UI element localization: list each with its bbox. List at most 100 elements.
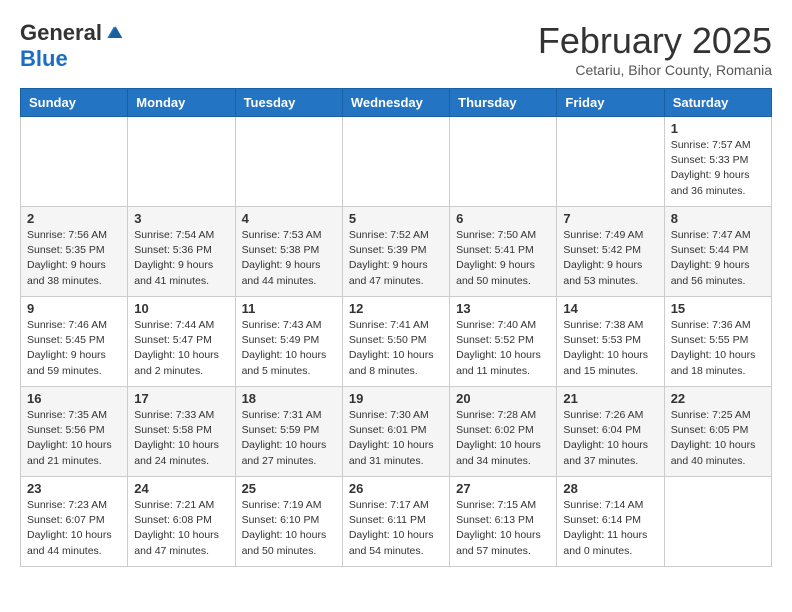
calendar-week-row: 23Sunrise: 7:23 AM Sunset: 6:07 PM Dayli… [21,477,772,567]
day-info: Sunrise: 7:56 AM Sunset: 5:35 PM Dayligh… [27,228,121,289]
day-number: 3 [134,211,228,226]
calendar-cell: 18 Sunrise: 7:31 AM Sunset: 5:59 PM Dayli… [235,387,342,477]
calendar-cell: 28 Sunrise: 7:14 AM Sunset: 6:14 PM Dayli… [557,477,664,567]
day-info: Sunrise: 7:30 AM Sunset: 6:01 PM Dayligh… [349,408,443,469]
calendar-week-row: 16Sunrise: 7:35 AM Sunset: 5:56 PM Dayli… [21,387,772,477]
calendar-cell: 26 Sunrise: 7:17 AM Sunset: 6:11 PM Dayli… [342,477,449,567]
calendar-cell [128,117,235,207]
calendar-week-row: 2 Sunrise: 7:56 AM Sunset: 5:35 PM Daylig… [21,207,772,297]
day-number: 25 [242,481,336,496]
page-header: General Blue February 2025 Cetariu, Biho… [20,20,772,78]
day-info: Sunrise: 7:40 AM Sunset: 5:52 PM Dayligh… [456,318,550,379]
day-info: Sunrise: 7:28 AM Sunset: 6:02 PM Dayligh… [456,408,550,469]
calendar-cell: 1Sunrise: 7:57 AM Sunset: 5:33 PM Daylig… [664,117,771,207]
calendar-cell: 9 Sunrise: 7:46 AM Sunset: 5:45 PM Daylig… [21,297,128,387]
title-section: February 2025 Cetariu, Bihor County, Rom… [538,20,772,78]
calendar-cell: 10Sunrise: 7:44 AM Sunset: 5:47 PM Dayli… [128,297,235,387]
calendar-cell: 7 Sunrise: 7:49 AM Sunset: 5:42 PM Daylig… [557,207,664,297]
day-number: 8 [671,211,765,226]
day-info: Sunrise: 7:35 AM Sunset: 5:56 PM Dayligh… [27,408,121,469]
calendar-cell: 16Sunrise: 7:35 AM Sunset: 5:56 PM Dayli… [21,387,128,477]
day-number: 24 [134,481,228,496]
calendar-cell: 5Sunrise: 7:52 AM Sunset: 5:39 PM Daylig… [342,207,449,297]
calendar-cell: 15 Sunrise: 7:36 AM Sunset: 5:55 PM Dayli… [664,297,771,387]
logo: General Blue [20,20,124,72]
calendar-cell: 4 Sunrise: 7:53 AM Sunset: 5:38 PM Daylig… [235,207,342,297]
day-number: 21 [563,391,657,406]
calendar-cell: 6 Sunrise: 7:50 AM Sunset: 5:41 PM Daylig… [450,207,557,297]
day-info: Sunrise: 7:49 AM Sunset: 5:42 PM Dayligh… [563,228,657,289]
day-info: Sunrise: 7:17 AM Sunset: 6:11 PM Dayligh… [349,498,443,559]
logo-general-text: General [20,20,102,46]
calendar-cell: 21Sunrise: 7:26 AM Sunset: 6:04 PM Dayli… [557,387,664,477]
day-number: 11 [242,301,336,316]
day-number: 26 [349,481,443,496]
calendar-cell [235,117,342,207]
day-number: 2 [27,211,121,226]
calendar-table: SundayMondayTuesdayWednesdayThursdayFrid… [20,88,772,567]
day-number: 6 [456,211,550,226]
calendar-cell [450,117,557,207]
day-info: Sunrise: 7:43 AM Sunset: 5:49 PM Dayligh… [242,318,336,379]
calendar-cell: 27 Sunrise: 7:15 AM Sunset: 6:13 PM Dayli… [450,477,557,567]
calendar-header-thursday: Thursday [450,89,557,117]
day-number: 1 [671,121,765,136]
logo-blue-text: Blue [20,46,68,72]
calendar-cell [557,117,664,207]
calendar-cell: 12Sunrise: 7:41 AM Sunset: 5:50 PM Dayli… [342,297,449,387]
calendar-cell: 23Sunrise: 7:23 AM Sunset: 6:07 PM Dayli… [21,477,128,567]
calendar-header-friday: Friday [557,89,664,117]
day-number: 4 [242,211,336,226]
day-number: 27 [456,481,550,496]
day-info: Sunrise: 7:50 AM Sunset: 5:41 PM Dayligh… [456,228,550,289]
day-number: 14 [563,301,657,316]
day-number: 15 [671,301,765,316]
day-number: 9 [27,301,121,316]
day-info: Sunrise: 7:14 AM Sunset: 6:14 PM Dayligh… [563,498,657,559]
month-title: February 2025 [538,20,772,62]
calendar-cell: 19Sunrise: 7:30 AM Sunset: 6:01 PM Dayli… [342,387,449,477]
calendar-cell [342,117,449,207]
day-number: 28 [563,481,657,496]
day-number: 22 [671,391,765,406]
calendar-header-saturday: Saturday [664,89,771,117]
calendar-week-row: 1Sunrise: 7:57 AM Sunset: 5:33 PM Daylig… [21,117,772,207]
calendar-cell: 13 Sunrise: 7:40 AM Sunset: 5:52 PM Dayli… [450,297,557,387]
calendar-cell: 22 Sunrise: 7:25 AM Sunset: 6:05 PM Dayli… [664,387,771,477]
day-info: Sunrise: 7:15 AM Sunset: 6:13 PM Dayligh… [456,498,550,559]
day-info: Sunrise: 7:31 AM Sunset: 5:59 PM Dayligh… [242,408,336,469]
calendar-cell: 14 Sunrise: 7:38 AM Sunset: 5:53 PM Dayli… [557,297,664,387]
calendar-cell: 11 Sunrise: 7:43 AM Sunset: 5:49 PM Dayli… [235,297,342,387]
day-info: Sunrise: 7:46 AM Sunset: 5:45 PM Dayligh… [27,318,121,379]
calendar-header-sunday: Sunday [21,89,128,117]
logo-icon [104,23,124,43]
day-info: Sunrise: 7:54 AM Sunset: 5:36 PM Dayligh… [134,228,228,289]
calendar-header-row: SundayMondayTuesdayWednesdayThursdayFrid… [21,89,772,117]
day-info: Sunrise: 7:47 AM Sunset: 5:44 PM Dayligh… [671,228,765,289]
day-number: 12 [349,301,443,316]
calendar-cell: 17 Sunrise: 7:33 AM Sunset: 5:58 PM Dayli… [128,387,235,477]
calendar-cell: 20Sunrise: 7:28 AM Sunset: 6:02 PM Dayli… [450,387,557,477]
calendar-header-wednesday: Wednesday [342,89,449,117]
calendar-header-tuesday: Tuesday [235,89,342,117]
day-info: Sunrise: 7:33 AM Sunset: 5:58 PM Dayligh… [134,408,228,469]
calendar-week-row: 9 Sunrise: 7:46 AM Sunset: 5:45 PM Daylig… [21,297,772,387]
day-number: 17 [134,391,228,406]
day-info: Sunrise: 7:52 AM Sunset: 5:39 PM Dayligh… [349,228,443,289]
day-info: Sunrise: 7:38 AM Sunset: 5:53 PM Dayligh… [563,318,657,379]
day-number: 13 [456,301,550,316]
calendar-cell [664,477,771,567]
day-info: Sunrise: 7:53 AM Sunset: 5:38 PM Dayligh… [242,228,336,289]
day-info: Sunrise: 7:36 AM Sunset: 5:55 PM Dayligh… [671,318,765,379]
day-number: 18 [242,391,336,406]
calendar-cell [21,117,128,207]
day-number: 23 [27,481,121,496]
calendar-cell: 25Sunrise: 7:19 AM Sunset: 6:10 PM Dayli… [235,477,342,567]
day-info: Sunrise: 7:44 AM Sunset: 5:47 PM Dayligh… [134,318,228,379]
calendar-cell: 3 Sunrise: 7:54 AM Sunset: 5:36 PM Daylig… [128,207,235,297]
calendar-cell: 24Sunrise: 7:21 AM Sunset: 6:08 PM Dayli… [128,477,235,567]
day-info: Sunrise: 7:25 AM Sunset: 6:05 PM Dayligh… [671,408,765,469]
calendar-cell: 8 Sunrise: 7:47 AM Sunset: 5:44 PM Daylig… [664,207,771,297]
day-number: 7 [563,211,657,226]
calendar-header-monday: Monday [128,89,235,117]
